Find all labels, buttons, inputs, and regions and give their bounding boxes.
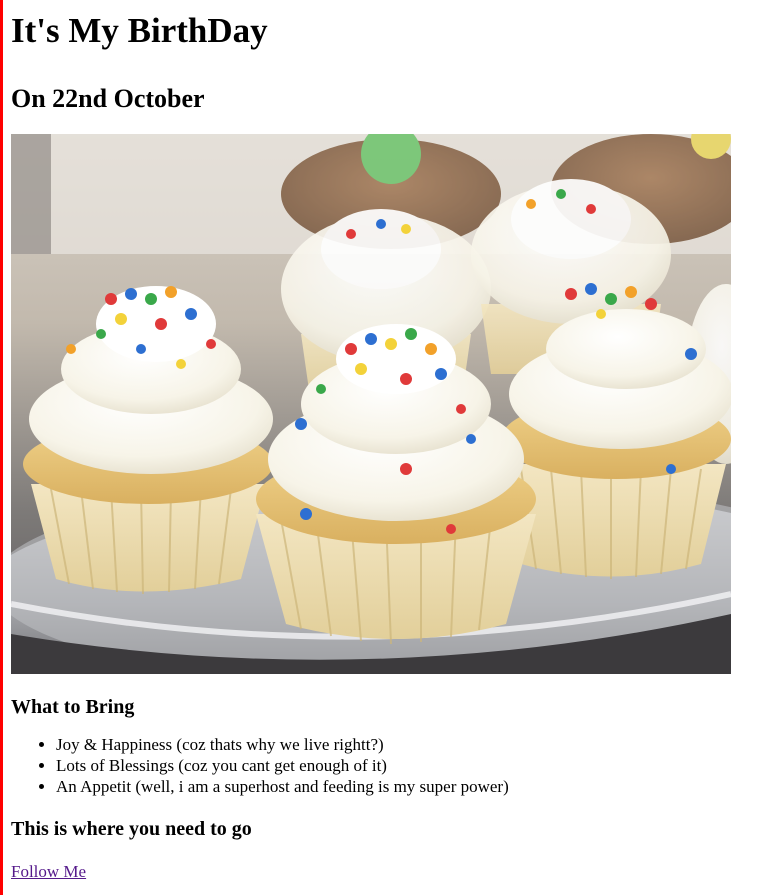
bring-list: Joy & Happiness (coz thats why we live r…: [11, 734, 771, 797]
follow-me-link[interactable]: Follow Me: [11, 861, 86, 882]
what-to-bring-heading: What to Bring: [11, 696, 135, 718]
list-item: Joy & Happiness (coz thats why we live r…: [56, 734, 771, 755]
location-heading: This is where you need to go: [11, 818, 252, 840]
list-item: Lots of Blessings (coz you cant get enou…: [56, 755, 771, 776]
page-title: It's My BirthDay: [11, 11, 268, 50]
page-subtitle: On 22nd October: [11, 84, 205, 113]
page-left-border: [0, 0, 3, 895]
list-item: An Appetit (well, i am a superhost and f…: [56, 776, 771, 797]
cupcakes-photo: [11, 134, 731, 674]
page-content: It's My BirthDay On 22nd October What to…: [11, 0, 771, 882]
